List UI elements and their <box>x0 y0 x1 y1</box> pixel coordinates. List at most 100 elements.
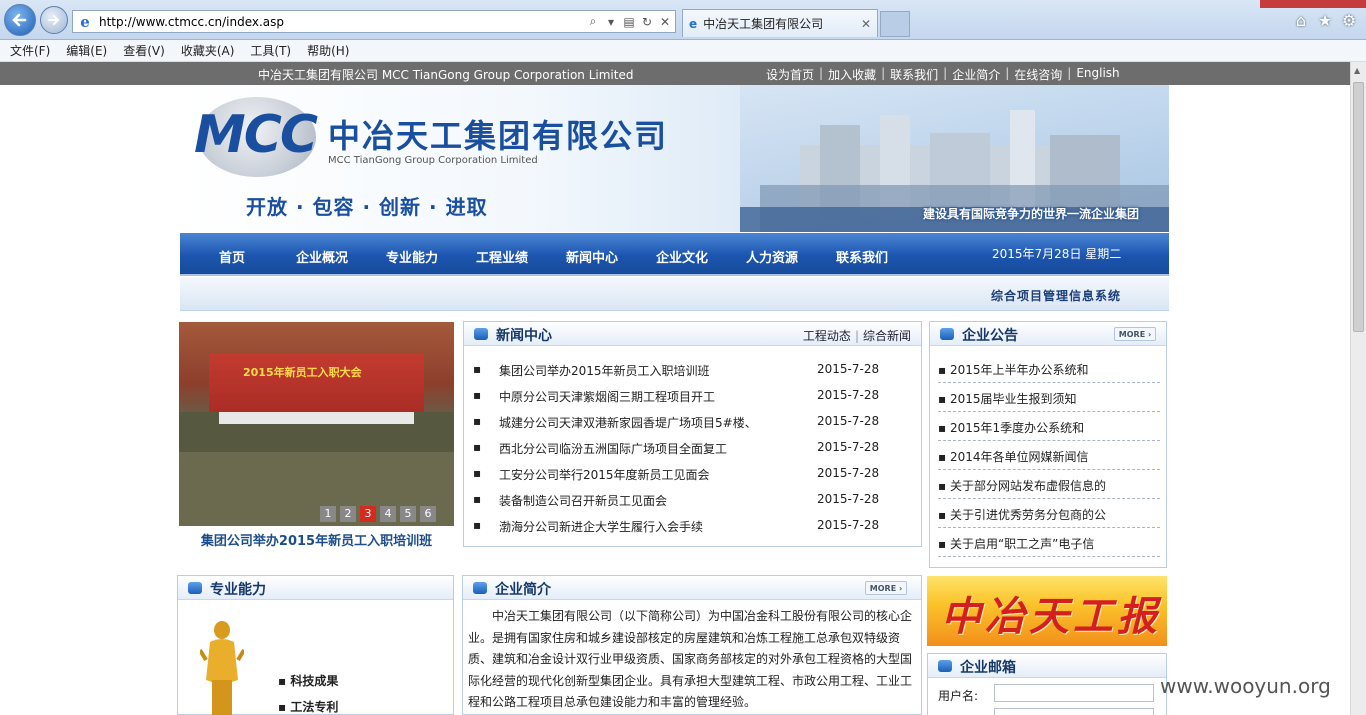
nav-culture[interactable]: 企业文化 <box>656 247 708 266</box>
link-english[interactable]: English <box>1076 66 1119 83</box>
tab-active[interactable]: e 中冶天工集团有限公司 ✕ <box>682 9 878 37</box>
tab-general-news[interactable]: 综合新闻 <box>863 329 911 343</box>
slide-dot-5[interactable]: 5 <box>400 506 416 522</box>
notice-item-title[interactable]: 2015届毕业生报到须知 <box>950 392 1077 406</box>
link-set-homepage[interactable]: 设为首页 <box>766 66 814 83</box>
arrow-right-icon <box>48 15 60 25</box>
home-icon[interactable]: ⌂ <box>1292 12 1310 30</box>
notice-item[interactable]: ▪ 关于引进优秀劳务分包商的公 <box>938 500 1160 528</box>
url-input[interactable] <box>99 14 585 29</box>
intro-more-button[interactable]: MORE › <box>865 581 907 595</box>
back-button[interactable] <box>4 4 36 36</box>
menu-view[interactable]: 查看(V) <box>123 42 165 59</box>
news-item-date: 2015-7-28 <box>817 362 880 376</box>
tab-close-icon[interactable]: ✕ <box>861 17 871 31</box>
notice-item-title[interactable]: 2014年各单位网媒新闻信 <box>950 450 1089 464</box>
news-item[interactable]: ▪ 集团公司举办2015年新员工入职培训班 2015-7-28 <box>473 362 913 380</box>
main-navigation: 首页 企业概况 专业能力 工程业绩 新闻中心 企业文化 人力资源 联系我们 20… <box>180 233 1169 276</box>
nav-home[interactable]: 首页 <box>219 247 245 266</box>
compat-view-icon[interactable]: ▤ <box>621 15 637 29</box>
bullet-icon: ▪ <box>938 537 950 551</box>
link-contact[interactable]: 联系我们 <box>890 66 938 83</box>
vertical-scrollbar[interactable]: ▲ <box>1350 62 1366 715</box>
news-slideshow[interactable]: 2015年新员工入职大会 1 2 3 4 5 6 <box>179 322 454 526</box>
username-input[interactable] <box>994 684 1154 702</box>
window-close-strip[interactable] <box>1260 0 1366 8</box>
link-consult[interactable]: 在线咨询 <box>1014 66 1062 83</box>
news-item[interactable]: ▪ 西北分公司临汾五洲国际广场项目全面复工 2015-7-28 <box>473 440 913 458</box>
ability-item-label[interactable]: 科技成果 <box>290 674 338 688</box>
news-item[interactable]: ▪ 渤海分公司新进企大学生履行入会手续 2015-7-28 <box>473 518 913 536</box>
slide-caption[interactable]: 集团公司举办2015年新员工入职培训班 <box>179 530 454 549</box>
gear-icon[interactable]: ⚙ <box>1340 12 1358 30</box>
notice-item-title[interactable]: 关于引进优秀劳务分包商的公 <box>950 508 1106 522</box>
ie-page-icon: e <box>80 12 90 31</box>
news-item-title[interactable]: 城建分公司天津双港新家园香堤广场项目5#楼、 <box>499 414 757 431</box>
favorites-star-icon[interactable]: ★ <box>1316 12 1334 30</box>
ability-panel-title: 专业能力 <box>210 582 266 598</box>
news-item-title[interactable]: 工安分公司举行2015年度新员工见面会 <box>499 466 710 483</box>
link-project-mis[interactable]: 综合项目管理信息系统 <box>991 287 1121 304</box>
intro-panel-header: 企业简介 MORE › <box>463 576 921 600</box>
forward-button[interactable] <box>40 6 68 34</box>
nav-contact[interactable]: 联系我们 <box>836 247 888 266</box>
notice-item[interactable]: ▪ 2015年上半年办公系统和 <box>938 355 1160 383</box>
notice-item[interactable]: ▪ 2015年1季度办公系统和 <box>938 413 1160 441</box>
notice-item[interactable]: ▪ 2014年各单位网媒新闻信 <box>938 442 1160 470</box>
stop-icon[interactable]: ✕ <box>657 15 673 29</box>
dropdown-icon[interactable]: ▾ <box>603 15 619 29</box>
notice-item-title[interactable]: 2015年上半年办公系统和 <box>950 363 1089 377</box>
tab-title: 中冶天工集团有限公司 <box>703 17 824 31</box>
nav-hr[interactable]: 人力资源 <box>746 247 798 266</box>
refresh-icon[interactable]: ↻ <box>639 15 655 29</box>
newspaper-title: 中冶天工报 <box>941 593 1161 640</box>
link-profile[interactable]: 企业简介 <box>952 66 1000 83</box>
news-item[interactable]: ▪ 城建分公司天津双港新家园香堤广场项目5#楼、 2015-7-28 <box>473 414 913 432</box>
notice-item-title[interactable]: 关于部分网站发布虚假信息的 <box>950 479 1106 493</box>
slide-dot-2[interactable]: 2 <box>340 506 356 522</box>
nav-overview[interactable]: 企业概况 <box>296 247 348 266</box>
ability-item-label[interactable]: 工法专利 <box>290 700 338 714</box>
password-input[interactable] <box>994 708 1154 715</box>
notice-more-button[interactable]: MORE › <box>1114 327 1156 341</box>
slide-dot-1[interactable]: 1 <box>320 506 336 522</box>
news-item-title[interactable]: 装备制造公司召开新员工见面会 <box>499 492 667 509</box>
new-tab-button[interactable] <box>880 11 910 37</box>
menu-tools[interactable]: 工具(T) <box>250 42 291 59</box>
news-item-title[interactable]: 渤海分公司新进企大学生履行入会手续 <box>499 518 703 535</box>
notice-item[interactable]: ▪ 关于部分网站发布虚假信息的 <box>938 471 1160 499</box>
search-icon[interactable]: ⌕ <box>585 14 601 29</box>
menu-file[interactable]: 文件(F) <box>10 42 50 59</box>
watermark-text: www.wooyun.org <box>1160 674 1331 698</box>
news-item-title[interactable]: 集团公司举办2015年新员工入职培训班 <box>499 362 710 379</box>
menu-edit[interactable]: 编辑(E) <box>66 42 107 59</box>
slide-dot-4[interactable]: 4 <box>380 506 396 522</box>
notice-item[interactable]: ▪ 关于启用“职工之声”电子信 <box>938 529 1160 557</box>
menu-favorites[interactable]: 收藏夹(A) <box>181 42 235 59</box>
news-panel: 新闻中心 工程动态 | 综合新闻 ▪ 集团公司举办2015年新员工入职培训班 2015-… <box>463 321 922 547</box>
notice-item-title[interactable]: 2015年1季度办公系统和 <box>950 421 1084 435</box>
news-item[interactable]: ▪ 工安分公司举行2015年度新员工见面会 2015-7-28 <box>473 466 913 484</box>
ability-panel-header: 专业能力 <box>178 576 453 600</box>
slide-dot-6[interactable]: 6 <box>420 506 436 522</box>
slide-dot-3[interactable]: 3 <box>360 506 376 522</box>
notice-panel-header: 企业公告 MORE › <box>930 322 1166 346</box>
tab-project-news[interactable]: 工程动态 <box>803 329 851 343</box>
link-add-favorite[interactable]: 加入收藏 <box>828 66 876 83</box>
menu-help[interactable]: 帮助(H) <box>307 42 349 59</box>
ability-item[interactable]: ▪ 工法专利 <box>278 698 338 715</box>
nav-news[interactable]: 新闻中心 <box>566 247 618 266</box>
scroll-up-icon[interactable]: ▲ <box>1354 66 1360 75</box>
nav-projects[interactable]: 工程业绩 <box>476 247 528 266</box>
newspaper-banner[interactable]: 中冶天工报 <box>927 576 1167 646</box>
notice-item[interactable]: ▪ 2015届毕业生报到须知 <box>938 384 1160 412</box>
news-item-title[interactable]: 西北分公司临汾五洲国际广场项目全面复工 <box>499 440 727 457</box>
address-bar[interactable]: e ⌕ ▾ ▤ ↻ ✕ <box>72 10 676 33</box>
ability-item[interactable]: ▪ 科技成果 <box>278 672 338 689</box>
news-item[interactable]: ▪ 中原分公司天津紫烟阁三期工程项目开工 2015-7-28 <box>473 388 913 406</box>
nav-ability[interactable]: 专业能力 <box>386 247 438 266</box>
news-item-title[interactable]: 中原分公司天津紫烟阁三期工程项目开工 <box>499 388 715 405</box>
notice-item-title[interactable]: 关于启用“职工之声”电子信 <box>950 537 1094 551</box>
scroll-thumb[interactable] <box>1353 82 1364 332</box>
news-item[interactable]: ▪ 装备制造公司召开新员工见面会 2015-7-28 <box>473 492 913 510</box>
